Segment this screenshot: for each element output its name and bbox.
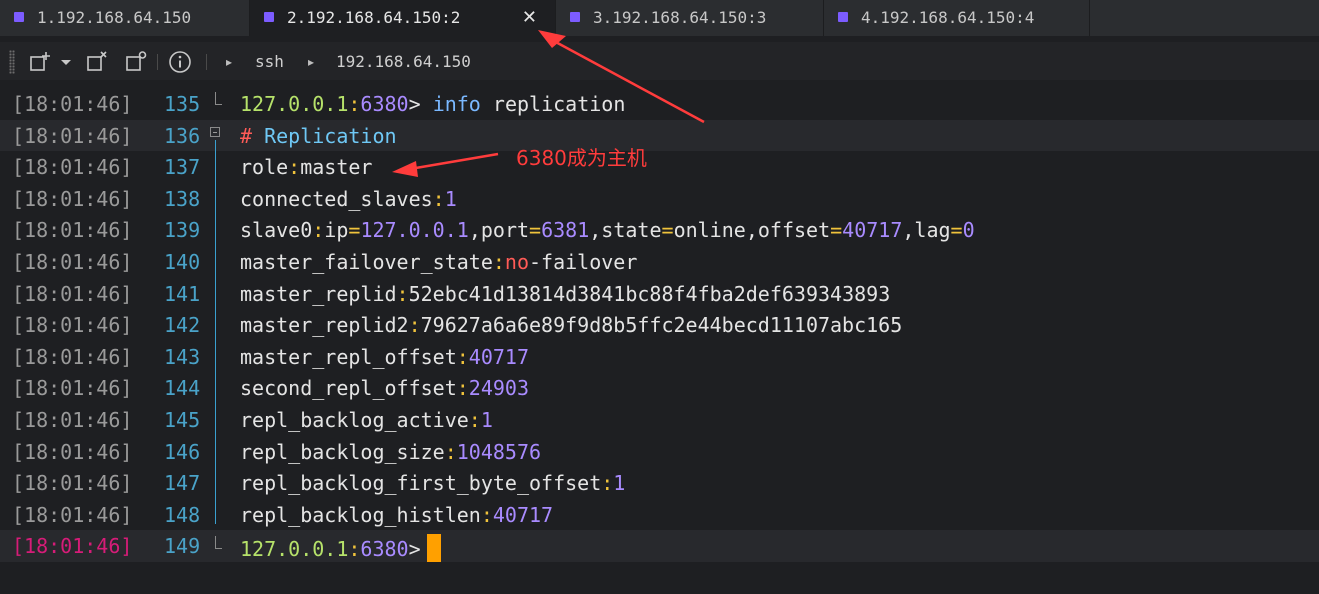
line-timestamp: [18:01:46]: [12, 92, 133, 116]
session-icon: [838, 12, 848, 22]
session-icon: [14, 12, 24, 22]
line-timestamp: [18:01:46]: [12, 534, 133, 559]
tab-session-2[interactable]: 2.192.168.64.150:2 ✕: [250, 0, 556, 36]
close-icon[interactable]: ✕: [522, 7, 537, 28]
terminal-line: [18:01:46] 147 repl_backlog_first_byte_o…: [0, 467, 1319, 499]
line-number: 145: [164, 408, 201, 432]
breadcrumb-protocol[interactable]: ssh: [255, 52, 284, 71]
tab-label: 3.192.168.64.150:3: [593, 8, 767, 27]
line-number: 146: [164, 439, 201, 464]
close-tab-icon[interactable]: [85, 50, 109, 74]
line-content: second_repl_offset:24903: [240, 376, 530, 401]
line-number: 138: [164, 186, 201, 211]
line-timestamp: [18:01:46]: [12, 471, 133, 496]
terminal-line: [18:01:46] 137 role:master: [0, 151, 1319, 183]
line-number: 140: [164, 250, 201, 274]
line-number: 136: [164, 123, 201, 148]
line-timestamp: [18:01:46]: [12, 344, 133, 369]
fold-region-line: [215, 140, 216, 524]
line-number: 139: [164, 218, 201, 243]
tab-session-4[interactable]: 4.192.168.64.150:4: [824, 0, 1090, 36]
breadcrumb-host[interactable]: 192.168.64.150: [336, 52, 471, 71]
info-icon[interactable]: [168, 50, 192, 74]
fold-toggle-icon[interactable]: [210, 127, 220, 137]
terminal-line: [18:01:46] 138 connected_slaves:1: [0, 183, 1319, 215]
drag-handle[interactable]: [9, 50, 15, 74]
line-timestamp: [18:01:46]: [12, 408, 133, 432]
line-timestamp: [18:01:46]: [12, 250, 133, 274]
line-number: 143: [164, 344, 201, 369]
line-number: 142: [164, 313, 201, 338]
terminal-line: [18:01:46] 139 slave0:ip=127.0.0.1,port=…: [0, 214, 1319, 246]
toolbar: ▸ ssh ▸ 192.168.64.150: [0, 42, 1319, 80]
session-icon: [570, 12, 580, 22]
toolbar-divider: [157, 54, 158, 70]
line-timestamp: [18:01:46]: [12, 218, 133, 243]
line-number: 147: [164, 471, 201, 496]
fold-guide: [215, 536, 216, 548]
line-content: master_replid2:79627a6a6e89f9d8b5ffc2e44…: [240, 313, 903, 338]
line-timestamp: [18:01:46]: [12, 376, 133, 401]
toolbar-divider: [206, 54, 207, 70]
terminal-line-current: [18:01:46] 149 127.0.0.1:6380>: [0, 530, 1319, 563]
tab-bar: 1.192.168.64.150 2.192.168.64.150:2 ✕ 3.…: [0, 0, 1319, 36]
tab-label: 1.192.168.64.150: [37, 8, 192, 27]
fold-guide: [215, 92, 216, 104]
terminal-line: [18:01:46] 141 master_replid:52ebc41d138…: [0, 278, 1319, 310]
line-timestamp: [18:01:46]: [12, 155, 133, 180]
line-timestamp: [18:01:46]: [12, 502, 133, 527]
line-content: repl_backlog_first_byte_offset:1: [240, 471, 626, 496]
line-content: master_repl_offset:40717: [240, 344, 530, 369]
line-number: 137: [164, 155, 201, 180]
terminal-line: [18:01:46] 140 master_failover_state:no-…: [0, 246, 1319, 278]
terminal-line: [18:01:46] 136 # Replication: [0, 119, 1319, 152]
tab-session-3[interactable]: 3.192.168.64.150:3: [556, 0, 824, 36]
line-timestamp: [18:01:46]: [12, 281, 133, 306]
prompt-line[interactable]: 127.0.0.1:6380>: [240, 534, 441, 563]
line-content: repl_backlog_size:1048576: [240, 439, 542, 464]
breadcrumb-arrow-icon: ▸: [226, 55, 233, 69]
tab-label: 2.192.168.64.150:2: [287, 8, 461, 27]
terminal-line: [18:01:46] 145 repl_backlog_active:1: [0, 404, 1319, 436]
terminal-line: [18:01:46] 143 master_repl_offset:40717: [0, 341, 1319, 373]
terminal-output[interactable]: [18:01:46] 135 127.0.0.1:6380> info repl…: [0, 88, 1319, 594]
line-number: 148: [164, 502, 201, 527]
line-content: 127.0.0.1:6380> info replication: [240, 92, 626, 116]
line-content: repl_backlog_active:1: [240, 408, 493, 432]
line-timestamp: [18:01:46]: [12, 186, 133, 211]
line-content: slave0:ip=127.0.0.1,port=6381,state=onli…: [240, 218, 975, 243]
fold-guide: [215, 104, 222, 105]
annotation-label: 6380成为主机: [516, 146, 647, 170]
line-number: 144: [164, 376, 201, 401]
line-content: # Replication: [240, 123, 397, 148]
tab-label: 4.192.168.64.150:4: [861, 8, 1035, 27]
line-content: repl_backlog_histlen:40717: [240, 502, 554, 527]
chevron-down-icon[interactable]: [58, 50, 74, 74]
session-settings-icon[interactable]: [124, 50, 148, 74]
line-number: 141: [164, 281, 201, 306]
line-timestamp: [18:01:46]: [12, 439, 133, 464]
line-content: connected_slaves:1: [240, 186, 457, 211]
fold-guide: [215, 548, 222, 549]
terminal-line: [18:01:46] 146 repl_backlog_size:1048576: [0, 436, 1319, 468]
line-content: master_failover_state:no-failover: [240, 250, 638, 274]
breadcrumb-arrow-icon: ▸: [308, 55, 315, 69]
terminal-line: [18:01:46] 135 127.0.0.1:6380> info repl…: [0, 88, 1319, 120]
terminal-line: [18:01:46] 142 master_replid2:79627a6a6e…: [0, 309, 1319, 341]
line-number: 135: [164, 92, 201, 116]
line-content: master_replid:52ebc41d13814d3841bc88f4fb…: [240, 281, 891, 306]
tab-session-1[interactable]: 1.192.168.64.150: [0, 0, 250, 36]
new-tab-icon[interactable]: [28, 50, 52, 74]
line-timestamp: [18:01:46]: [12, 313, 133, 338]
terminal-line: [18:01:46] 144 second_repl_offset:24903: [0, 372, 1319, 404]
text-cursor: [426, 534, 441, 563]
session-icon: [264, 12, 274, 22]
line-content: role:master: [240, 155, 373, 180]
terminal-line: [18:01:46] 148 repl_backlog_histlen:4071…: [0, 499, 1319, 531]
line-number: 149: [164, 534, 201, 559]
line-timestamp: [18:01:46]: [12, 123, 133, 148]
